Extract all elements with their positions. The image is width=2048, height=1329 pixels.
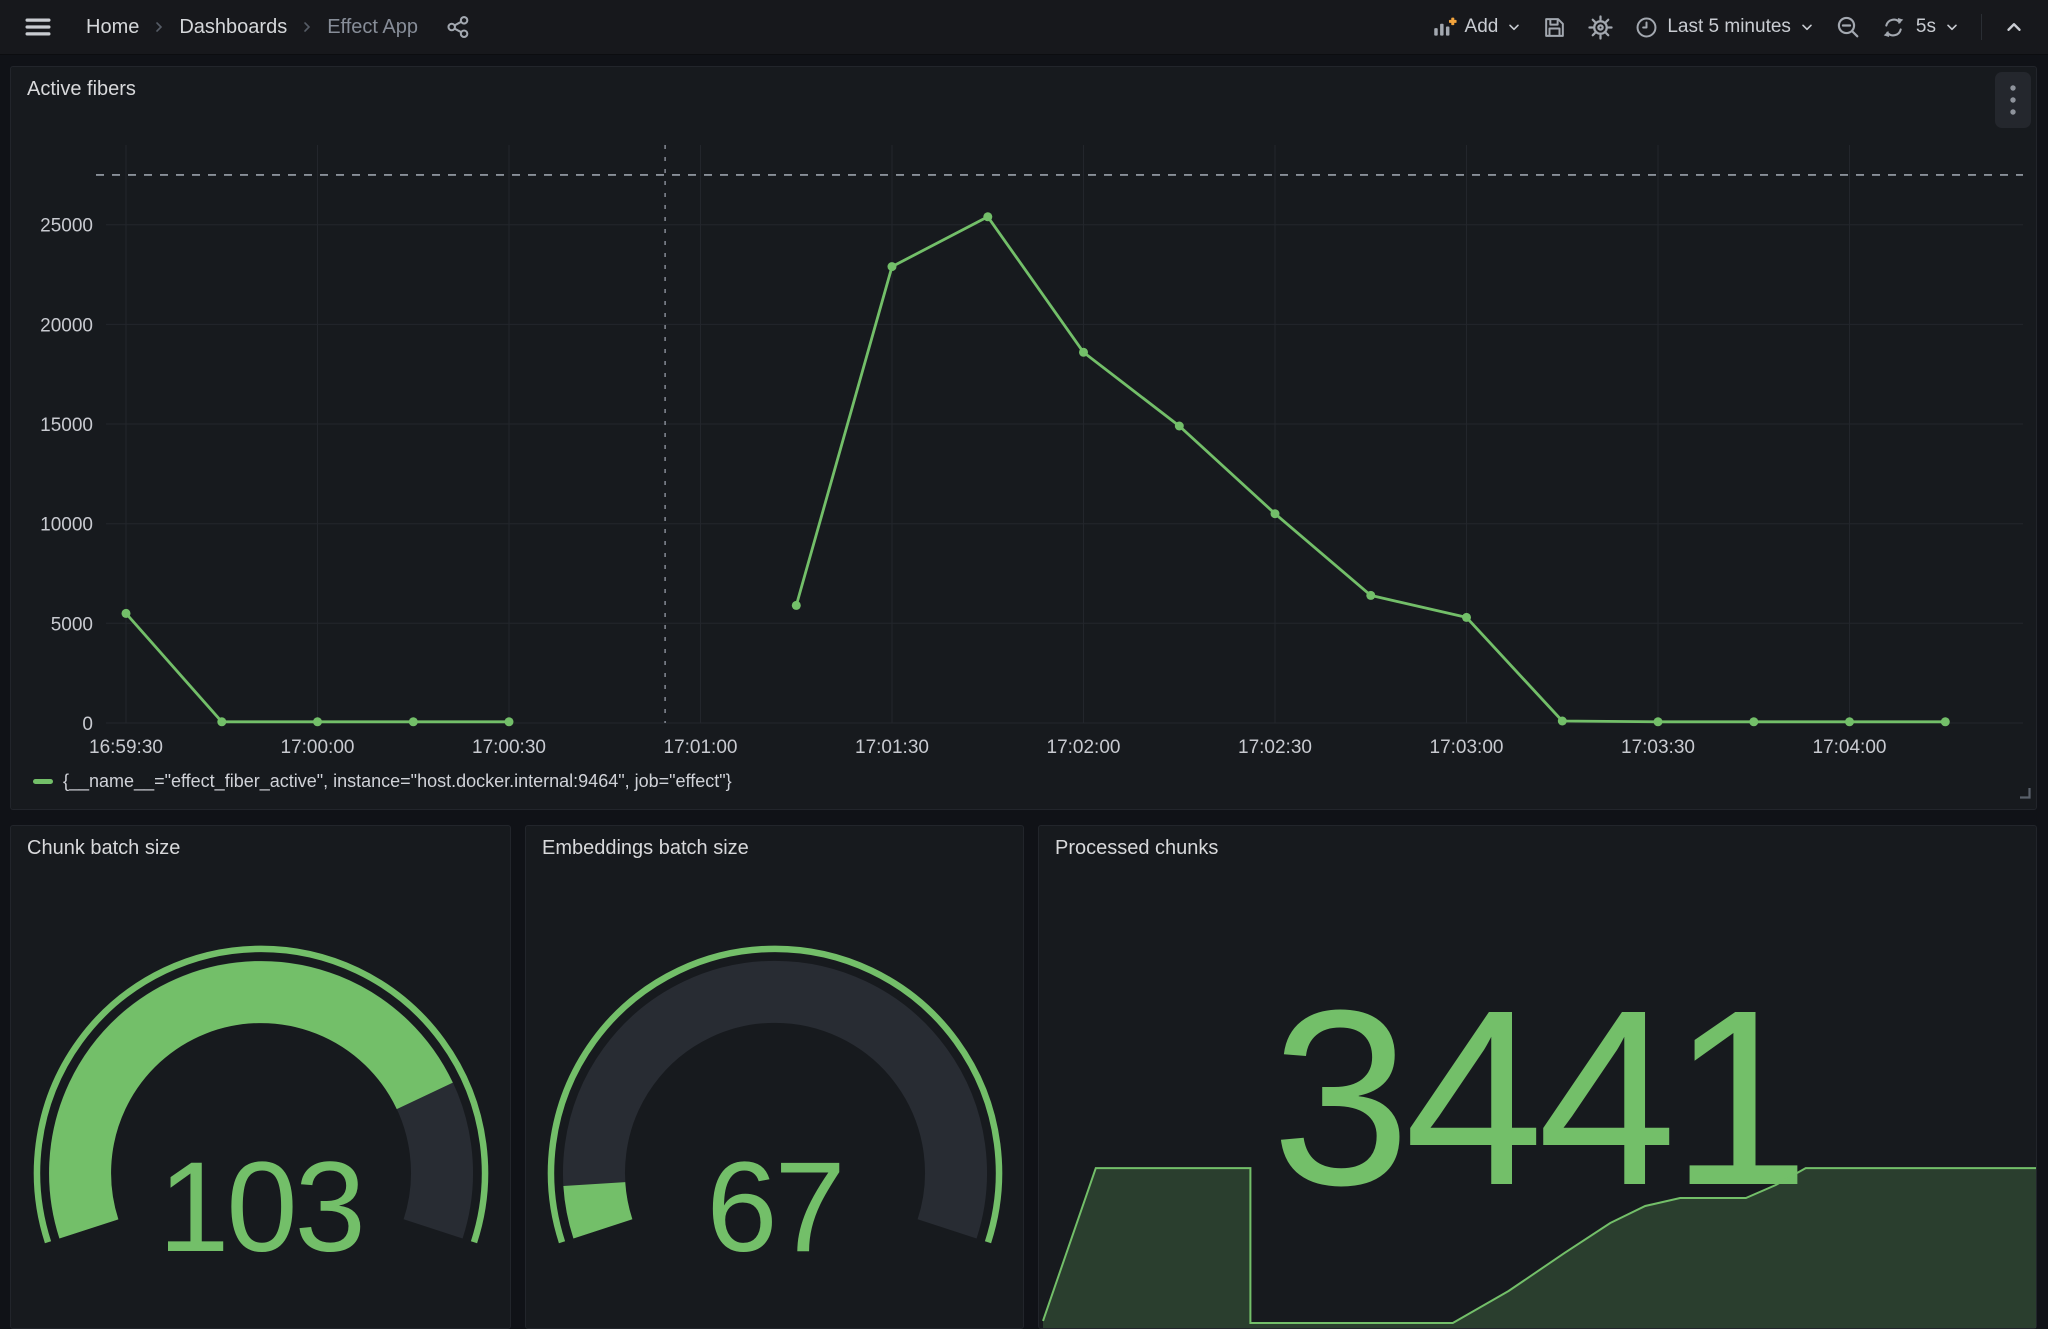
panel-title: Chunk batch size: [27, 837, 180, 860]
svg-text:5000: 5000: [51, 614, 93, 635]
svg-text:17:02:00: 17:02:00: [1047, 737, 1121, 758]
panel-chunk-batch-size: Chunk batch size 103: [10, 825, 511, 1329]
time-range-label: Last 5 minutes: [1667, 16, 1791, 38]
time-range-picker[interactable]: Last 5 minutes: [1625, 8, 1824, 47]
panel-title: Processed chunks: [1055, 837, 1218, 860]
save-dashboard-button[interactable]: [1533, 8, 1576, 47]
svg-text:17:03:00: 17:03:00: [1430, 737, 1504, 758]
collapse-nav-button[interactable]: [1994, 9, 2034, 45]
chevron-down-icon: [1799, 19, 1815, 35]
zoom-out-icon: [1835, 14, 1861, 40]
svg-text:20000: 20000: [40, 315, 93, 336]
refresh-interval-picker[interactable]: 5s: [1912, 9, 1969, 45]
timeseries-chart[interactable]: 0 5000 10000 15000 20000 25000 16:59:30 17:00:0…: [11, 67, 2036, 809]
nav-right: Add: [1422, 7, 2034, 48]
panel-resize-handle[interactable]: [2017, 785, 2032, 805]
svg-text:17:01:00: 17:01:00: [664, 737, 738, 758]
panel-processed-chunks: Processed chunks 3441: [1038, 825, 2037, 1329]
caret-up-icon: [2003, 16, 2025, 38]
svg-text:10000: 10000: [40, 515, 93, 536]
gauge-value: 67: [526, 1144, 1023, 1272]
zoom-out-button[interactable]: [1826, 7, 1870, 47]
panel-embeddings-batch-size: Embeddings batch size 67: [525, 825, 1024, 1329]
add-label: Add: [1465, 16, 1499, 38]
stat-sparkline: [1039, 1160, 2036, 1328]
refresh-interval-label: 5s: [1916, 16, 1936, 38]
svg-text:17:03:30: 17:03:30: [1621, 737, 1695, 758]
menu-button[interactable]: [14, 5, 62, 49]
share-icon: [445, 14, 471, 40]
panel-add-icon: [1431, 14, 1457, 40]
top-nav: Home Dashboards Effect App: [0, 0, 2048, 55]
hamburger-icon: [23, 12, 53, 42]
panel-active-fibers: Active fibers 05000100001500020000250001…: [10, 66, 2037, 810]
refresh-icon: [1881, 15, 1906, 40]
svg-text:16:59:30: 16:59:30: [89, 737, 163, 758]
chevron-down-icon: [1944, 19, 1960, 35]
panel-title: Embeddings batch size: [542, 837, 749, 860]
chevron-right-icon: [299, 19, 315, 35]
breadcrumb: Home Dashboards Effect App: [82, 14, 422, 41]
legend-series-label: {__name__="effect_fiber_active", instanc…: [63, 771, 732, 792]
nav-left: Home Dashboards Effect App: [14, 5, 480, 49]
refresh-button[interactable]: [1872, 8, 1910, 47]
legend-series-marker: [33, 779, 53, 784]
breadcrumb-current: Effect App: [323, 14, 422, 41]
svg-text:17:00:00: 17:00:00: [281, 737, 355, 758]
chevron-right-icon: [151, 19, 167, 35]
chevron-down-icon: [1506, 19, 1522, 35]
breadcrumb-home[interactable]: Home: [82, 14, 143, 41]
add-panel-button[interactable]: Add: [1422, 7, 1532, 47]
svg-text:17:02:30: 17:02:30: [1238, 737, 1312, 758]
save-icon: [1542, 15, 1567, 40]
svg-text:25000: 25000: [40, 216, 93, 237]
share-button[interactable]: [436, 7, 480, 47]
grafana-dashboard: Home Dashboards Effect App: [0, 0, 2048, 1329]
clock-icon: [1634, 15, 1659, 40]
legend[interactable]: {__name__="effect_fiber_active", instanc…: [33, 771, 732, 792]
svg-text:15000: 15000: [40, 415, 93, 436]
svg-text:17:00:30: 17:00:30: [472, 737, 546, 758]
gear-icon: [1587, 14, 1614, 41]
dashboard-settings-button[interactable]: [1578, 7, 1623, 48]
gauge-value: 103: [11, 1144, 510, 1272]
svg-text:0: 0: [82, 714, 93, 735]
nav-divider: [1981, 14, 1982, 40]
svg-text:17:04:00: 17:04:00: [1813, 737, 1887, 758]
breadcrumb-dashboards[interactable]: Dashboards: [175, 14, 291, 41]
svg-text:17:01:30: 17:01:30: [855, 737, 929, 758]
